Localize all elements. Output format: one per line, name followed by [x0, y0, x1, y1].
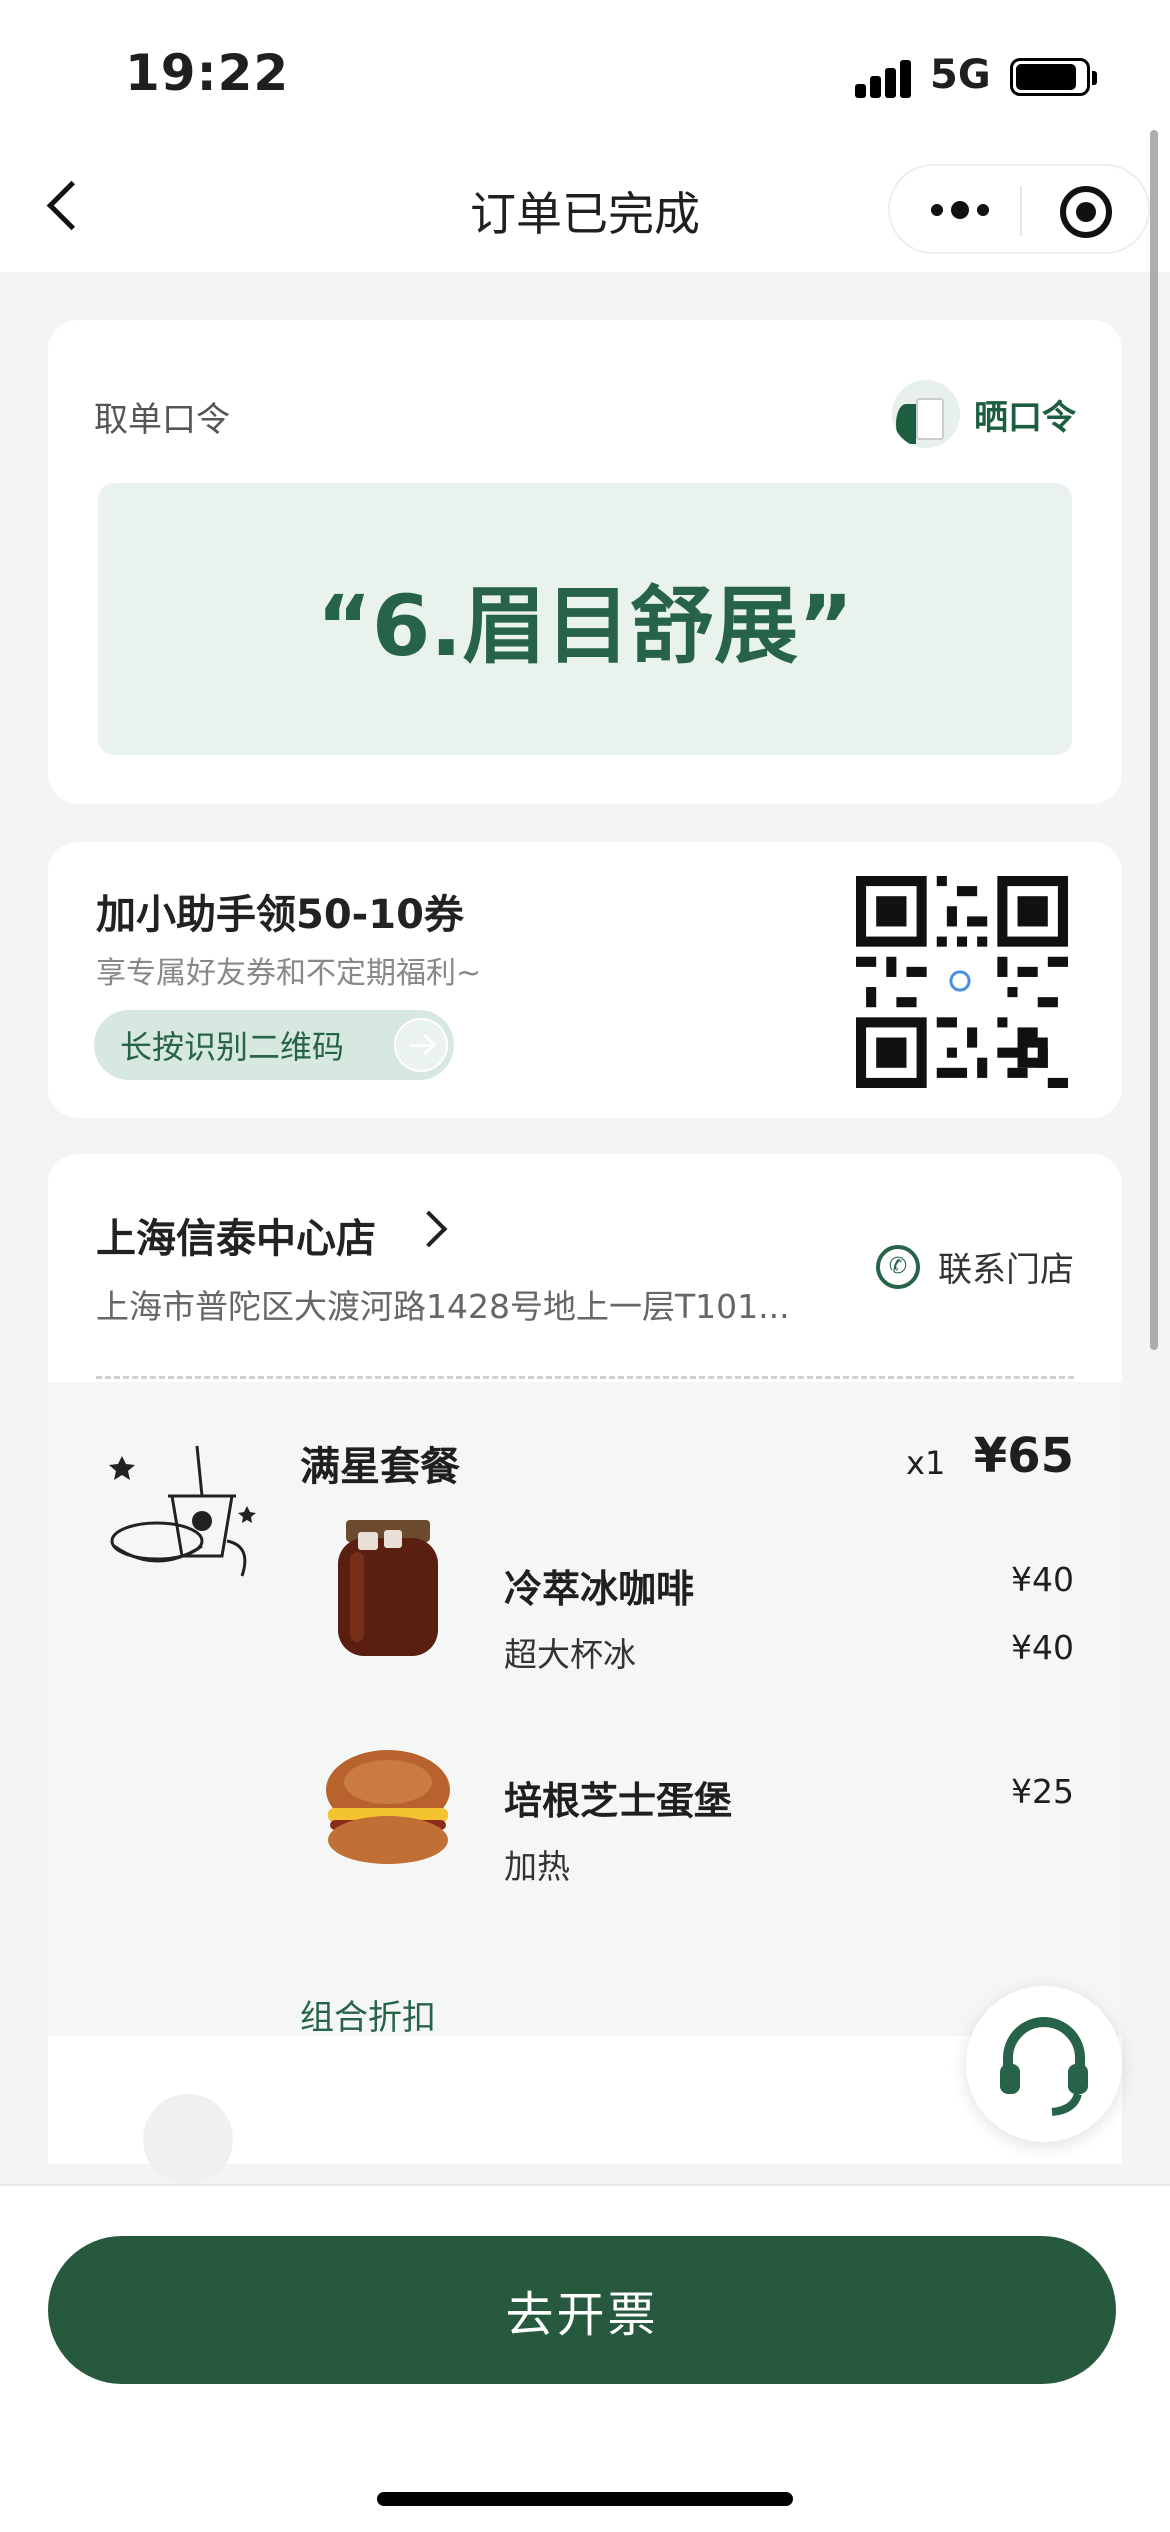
bacon-burger-image: [326, 1750, 450, 1864]
nav-bar: 订单已完成: [0, 140, 1170, 272]
invoice-label: 去开票: [505, 2287, 659, 2343]
item-spec: 加热: [504, 1847, 570, 1886]
promo-title: 加小助手领50-10券: [96, 892, 464, 938]
chevron-right-icon[interactable]: [410, 1210, 448, 1248]
divider: [96, 1376, 1074, 1379]
combo-name: 满星套餐: [300, 1444, 460, 1490]
status-bar: 19:22 5G: [0, 0, 1170, 140]
scrollbar[interactable]: [1150, 130, 1158, 1350]
qr-code-icon[interactable]: [856, 876, 1068, 1088]
contact-store-button[interactable]: ✆ 联系门店: [876, 1242, 1074, 1291]
cold-brew-image: [338, 1520, 438, 1656]
pickup-card: 取单口令 晒口令 “6.眉目舒展”: [48, 320, 1122, 804]
headset-icon[interactable]: [966, 1986, 1122, 2142]
store-address: 上海市普陀区大渡河路1428号地上一层T101...: [96, 1287, 790, 1326]
item-name: 培根芝士蛋堡: [504, 1779, 733, 1823]
item-price: ¥25: [1011, 1772, 1074, 1811]
share-avatar-icon: [892, 380, 960, 448]
pickup-password: “6.眉目舒展”: [316, 576, 854, 675]
share-password-button[interactable]: 晒口令: [892, 380, 1076, 448]
contact-store-label: 联系门店: [938, 1250, 1074, 1290]
combo-price: ¥65: [973, 1428, 1074, 1484]
item-spec: 超大杯冰: [504, 1635, 636, 1674]
item-name: 冷萃冰咖啡: [504, 1567, 695, 1611]
combo-discount-label: 组合折扣: [300, 1998, 436, 2038]
invoice-button[interactable]: 去开票: [48, 2236, 1116, 2384]
scan-qr-label: 长按识别二维码: [120, 1028, 345, 1066]
bottom-bar: 去开票: [0, 2184, 1170, 2532]
battery-icon: [1010, 58, 1097, 96]
promo-card: 加小助手领50-10券 享专属好友券和不定期福利~ 长按识别二维码: [48, 842, 1122, 1118]
next-order-item: [48, 2036, 1122, 2184]
status-time: 19:22: [125, 44, 290, 102]
item-spec-price: ¥40: [1011, 1628, 1074, 1667]
capsule-divider: [1020, 186, 1022, 236]
home-indicator[interactable]: [377, 2492, 793, 2506]
password-box: “6.眉目舒展”: [98, 483, 1072, 755]
item-thumbnail: [143, 2094, 233, 2184]
combo-meal-icon: [109, 1445, 256, 1577]
store-name[interactable]: 上海信泰中心店: [96, 1206, 376, 1264]
arrow-right-icon: [394, 1018, 448, 1072]
network-type: 5G: [930, 52, 991, 98]
order-card: 上海信泰中心店 上海市普陀区大渡河路1428号地上一层T101... ✆ 联系门…: [48, 1154, 1122, 2184]
miniapp-capsule: [888, 164, 1150, 254]
share-label: 晒口令: [974, 397, 1076, 438]
pickup-label: 取单口令: [94, 400, 230, 440]
combo-qty: x1: [906, 1444, 946, 1482]
phone-icon: ✆: [876, 1244, 920, 1289]
scan-qr-button[interactable]: 长按识别二维码: [94, 1010, 454, 1080]
signal-icon: [855, 58, 915, 98]
target-icon[interactable]: [1060, 186, 1112, 238]
promo-subtitle: 享专属好友券和不定期福利~: [96, 956, 482, 991]
more-icon[interactable]: [925, 192, 995, 228]
order-items: 满星套餐 x1 ¥65 冷萃冰咖啡 ¥40 超大杯冰 ¥40 培根芝士蛋堡 ¥2…: [48, 1382, 1122, 2038]
item-price: ¥40: [1011, 1560, 1074, 1599]
